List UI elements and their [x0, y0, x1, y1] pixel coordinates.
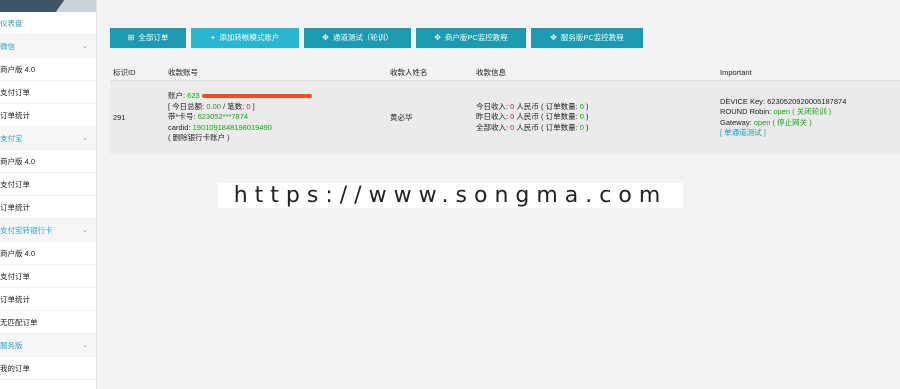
move-icon: ✥ [322, 33, 329, 42]
sidebar-item[interactable]: 我的订单 [0, 357, 96, 380]
header-info: 收款信息 [476, 67, 506, 77]
sidebar: 仪表盘 微信 ⌄ 商户版 4.0 支付订单 订单统计 支付宝 ⌄ 商户版 4.0 支付订单 订单统计… [0, 0, 97, 389]
sidebar-item[interactable]: 无匹配订单 [0, 311, 96, 334]
move-icon: ✥ [550, 33, 557, 42]
chevron-down-icon: ⌄ [82, 43, 88, 50]
redaction-mark [201, 94, 312, 99]
sidebar-item[interactable]: 仪表盘 [0, 12, 96, 35]
account-cell: 账户: 623 [ 今日总额: 0.00 / 笔数: 0 ] 带*卡号: 623… [168, 91, 312, 144]
add-transfer-account-button[interactable]: + 添加转帐模式账户 [191, 28, 299, 48]
sidebar-group[interactable]: 微信 ⌄ [0, 35, 96, 58]
sidebar-item[interactable]: 订单统计 [0, 104, 96, 127]
sidebar-item[interactable]: 商户版 4.0 [0, 242, 96, 265]
round-robin-status: open [773, 107, 791, 116]
channel-test-button[interactable]: ✥ 通道测试（轮训） [304, 28, 411, 48]
plus-icon: + [210, 33, 216, 42]
table-header: 标识ID 收款账号 收款人姓名 收款信息 Important [110, 64, 900, 81]
all-orders-button[interactable]: ⊞ 全部订单 [110, 28, 186, 48]
sidebar-item[interactable]: 订单统计 [0, 288, 96, 311]
sidebar-item[interactable]: 订单统计 [0, 196, 96, 219]
merchant-pc-tutorial-button[interactable]: ✥ 商户版PC监控教程 [416, 28, 526, 48]
important-cell: DEVICE Key: 6230520920005187874 ROUND Ro… [720, 96, 847, 139]
move-icon: ✥ [434, 33, 441, 42]
header-account: 收款账号 [168, 67, 198, 77]
table-row: 291 账户: 623 [ 今日总额: 0.00 / 笔数: 0 ] 带*卡号:… [110, 81, 900, 154]
watermark: https://www.songma.com [218, 183, 683, 208]
account-number: 623 [187, 91, 200, 101]
sidebar-group[interactable]: 支付宝 ⌄ [0, 127, 96, 150]
close-round-robin-link[interactable]: ( 关闭轮训 ) [790, 107, 831, 116]
chevron-down-icon: ⌄ [82, 135, 88, 142]
grid-icon: ⊞ [127, 33, 135, 42]
logo [0, 0, 96, 12]
single-channel-test-link[interactable]: [ 单通道测试 ] [720, 128, 846, 139]
header-name: 收款人姓名 [390, 67, 428, 77]
sidebar-item[interactable]: 支付订单 [0, 173, 96, 196]
toolbar: ⊞ 全部订单 + 添加转帐模式账户 ✥ 通道测试（轮训） ✥ 商户版PC监控教程 ✥ 服务… [110, 28, 643, 48]
sidebar-group[interactable]: 服务版 ⌄ [0, 334, 96, 357]
income-cell: 今日收入: 0 人民币 ( 订单数量: 0 ) 昨日收入: 0 人民币 ( 订单… [476, 101, 589, 132]
sidebar-item[interactable]: 商户版 4.0 [0, 58, 96, 81]
sidebar-item[interactable]: 商户版 4.0 [0, 150, 96, 173]
header-id: 标识ID [113, 67, 136, 77]
delete-card-link[interactable]: ( 删除银行卡账户 ) [168, 133, 312, 144]
header-important: Important [720, 67, 752, 77]
orders-table: 标识ID 收款账号 收款人姓名 收款信息 Important 291 账户: 6… [110, 64, 900, 154]
gateway-status: open [753, 117, 771, 127]
chevron-down-icon: ⌄ [82, 342, 88, 349]
sidebar-item[interactable]: 支付订单 [0, 265, 96, 288]
device-key: 6230520920005187874 [767, 96, 847, 106]
sidebar-item[interactable]: 支付订单 [0, 81, 96, 104]
service-pc-tutorial-button[interactable]: ✥ 服务版PC监控教程 [531, 28, 643, 48]
stop-gateway-link[interactable]: ( 停止网关 ) [770, 118, 812, 127]
sidebar-menu: 仪表盘 微信 ⌄ 商户版 4.0 支付订单 订单统计 支付宝 ⌄ 商户版 4.0 支付订单 订单统计… [0, 12, 96, 380]
row-id: 291 [113, 113, 126, 122]
sidebar-group[interactable]: 支付宝转银行卡 ⌄ [0, 219, 96, 242]
payee-name: 黄必华 [390, 113, 413, 122]
chevron-down-icon: ⌄ [82, 227, 88, 234]
